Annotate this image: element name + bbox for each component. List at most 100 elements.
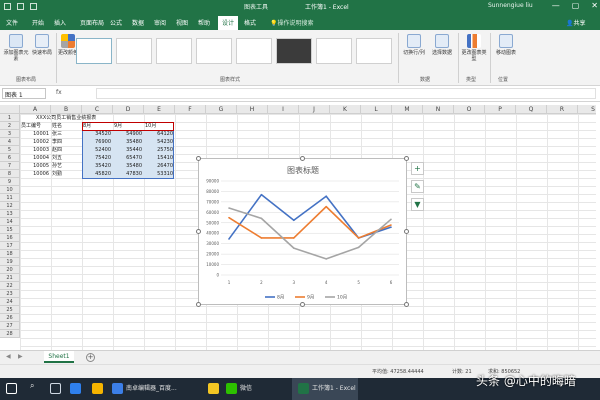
resize-handle[interactable]	[196, 302, 201, 307]
chart-style-thumb[interactable]	[196, 38, 232, 64]
tab-review[interactable]: 审阅	[154, 18, 166, 30]
windows-start-icon[interactable]	[6, 383, 17, 394]
row-header[interactable]: 9	[0, 178, 20, 186]
close-button[interactable]: ✕	[591, 1, 598, 10]
fx-icon[interactable]: fx	[56, 89, 62, 96]
tab-view[interactable]: 视图	[176, 18, 188, 30]
taskbar-item-wechat[interactable]: 微信	[240, 383, 252, 392]
task-view-icon[interactable]	[50, 383, 61, 394]
table-cell[interactable]: 35480	[113, 138, 142, 146]
tab-help[interactable]: 帮助	[198, 18, 210, 30]
row-header[interactable]: 24	[0, 298, 20, 306]
move-chart-button[interactable]: 移动图表	[492, 34, 520, 56]
row-header[interactable]: 20	[0, 266, 20, 274]
resize-handle[interactable]	[404, 229, 409, 234]
row-header[interactable]: 4	[0, 138, 20, 146]
table-cell[interactable]: 10002	[20, 138, 49, 146]
table-cell[interactable]: 52400	[82, 146, 111, 154]
chart-elements-button[interactable]: +	[411, 162, 424, 175]
table-cell[interactable]: 35480	[113, 162, 142, 170]
table-cell[interactable]: 刘五	[52, 154, 62, 162]
tab-home[interactable]: 开始	[32, 18, 44, 30]
next-sheet-arrow-icon[interactable]: ▶	[18, 353, 23, 360]
select-data-button[interactable]: 选择数据	[428, 34, 456, 56]
app-icon[interactable]	[112, 383, 123, 394]
chart-style-thumb[interactable]	[76, 38, 112, 64]
column-header[interactable]: I	[268, 105, 299, 114]
table-cell[interactable]: 47830	[113, 170, 142, 178]
chart-style-thumb[interactable]	[116, 38, 152, 64]
row-header[interactable]: 11	[0, 194, 20, 202]
tab-file[interactable]: 文件	[6, 18, 18, 30]
row-header[interactable]: 14	[0, 218, 20, 226]
tab-format[interactable]: 格式	[244, 18, 256, 30]
quick-layout-button[interactable]: 快速布局	[28, 34, 56, 56]
tell-me-search[interactable]: 💡操作说明搜索	[270, 18, 314, 30]
column-header[interactable]: C	[82, 105, 113, 114]
row-header[interactable]: 25	[0, 306, 20, 314]
resize-handle[interactable]	[196, 156, 201, 161]
chart-filters-button[interactable]: ▼	[411, 198, 424, 211]
table-cell[interactable]: 10004	[20, 154, 49, 162]
row-header[interactable]: 1	[0, 114, 20, 122]
prev-sheet-arrow-icon[interactable]: ◀	[6, 353, 11, 360]
row-header[interactable]: 22	[0, 282, 20, 290]
column-header[interactable]: O	[454, 105, 485, 114]
row-header[interactable]: 12	[0, 202, 20, 210]
save-icon[interactable]	[4, 3, 11, 10]
name-box[interactable]: 图表 1	[2, 88, 46, 99]
switch-row-column-button[interactable]: 切换行/列	[400, 34, 428, 56]
row-header[interactable]: 10	[0, 186, 20, 194]
chart-style-thumb[interactable]	[156, 38, 192, 64]
table-cell[interactable]: 10005	[20, 162, 49, 170]
app-icon[interactable]	[208, 383, 219, 394]
table-cell[interactable]: 刘勤	[52, 170, 62, 178]
table-cell[interactable]: 10001	[20, 130, 49, 138]
table-cell[interactable]: 54230	[144, 138, 173, 146]
select-all-corner[interactable]	[0, 105, 20, 114]
column-header[interactable]: H	[237, 105, 268, 114]
chart-style-thumb[interactable]	[236, 38, 272, 64]
row-header[interactable]: 13	[0, 210, 20, 218]
table-cell[interactable]: 53310	[144, 170, 173, 178]
table-cell[interactable]: 张三	[52, 130, 62, 138]
taskbar-item-editor[interactable]: 南卓编辑器_百度...	[126, 383, 177, 392]
table-cell[interactable]: 75420	[82, 154, 111, 162]
row-header[interactable]: 26	[0, 314, 20, 322]
row-header[interactable]: 3	[0, 130, 20, 138]
table-cell[interactable]: 孙艺	[52, 162, 62, 170]
formula-input[interactable]	[96, 88, 596, 99]
sheet-tab[interactable]: Sheet1	[44, 351, 74, 363]
tab-design[interactable]: 设计	[218, 16, 239, 30]
table-cell[interactable]: 10003	[20, 146, 49, 154]
share-button[interactable]: 👤共享	[566, 18, 586, 30]
column-header[interactable]: S	[578, 105, 596, 114]
table-cell[interactable]: 34520	[82, 130, 111, 138]
table-cell[interactable]: 25750	[144, 146, 173, 154]
chart-style-thumb[interactable]	[356, 38, 392, 64]
table-cell[interactable]: 35440	[113, 146, 142, 154]
column-header[interactable]: A	[20, 105, 51, 114]
column-header[interactable]: N	[423, 105, 454, 114]
column-header[interactable]: F	[175, 105, 206, 114]
table-cell[interactable]: 76900	[82, 138, 111, 146]
resize-handle[interactable]	[404, 156, 409, 161]
row-header[interactable]: 6	[0, 154, 20, 162]
column-header[interactable]: M	[392, 105, 423, 114]
column-header-cell[interactable]: 员工编号	[21, 122, 41, 130]
user-name[interactable]: Sunnengiue liu	[488, 2, 533, 9]
column-header[interactable]: Q	[516, 105, 547, 114]
file-explorer-icon[interactable]	[92, 383, 103, 394]
table-cell[interactable]: 65470	[113, 154, 142, 162]
table-cell[interactable]: 赵四	[52, 146, 62, 154]
resize-handle[interactable]	[300, 302, 305, 307]
row-header[interactable]: 8	[0, 170, 20, 178]
minimize-button[interactable]: —	[552, 1, 560, 10]
maximize-button[interactable]: ▢	[572, 1, 580, 10]
column-header[interactable]: E	[144, 105, 175, 114]
column-header-cell[interactable]: 姓名	[52, 122, 62, 130]
column-header[interactable]: P	[485, 105, 516, 114]
row-header[interactable]: 18	[0, 250, 20, 258]
excel-icon[interactable]	[298, 383, 309, 394]
wechat-icon[interactable]	[226, 383, 237, 394]
